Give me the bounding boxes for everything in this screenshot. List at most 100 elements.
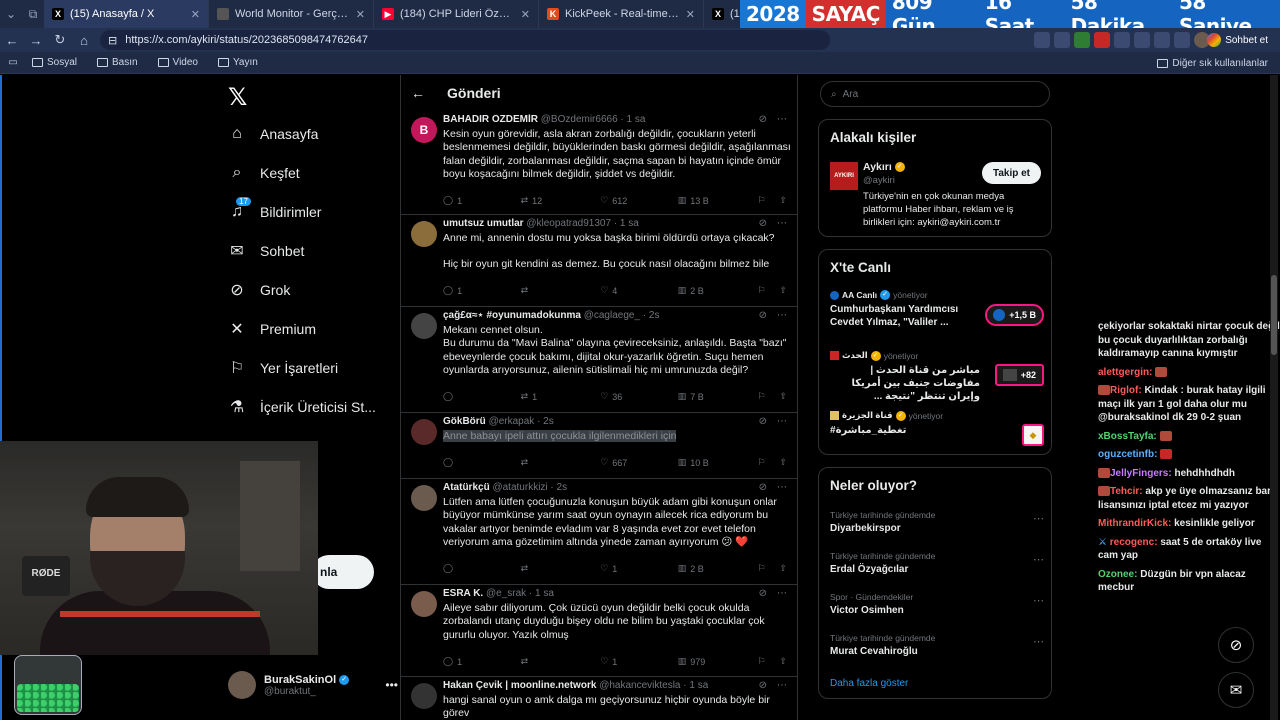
reply-button[interactable]: ◯ <box>443 391 521 402</box>
bookmark-folder[interactable]: Sosyal <box>24 57 85 68</box>
close-tab-icon[interactable]: ✕ <box>686 8 695 21</box>
more-icon[interactable]: ⋯ <box>1033 594 1044 607</box>
trend-item[interactable]: Türkiye tarihinde gündemde Erdal Özyağcı… <box>830 551 1044 575</box>
workspaces-icon[interactable]: ⧉ <box>22 0 44 28</box>
bookmark-icon[interactable]: ⚐ <box>757 285 765 296</box>
grok-post-icon[interactable]: ⊘ <box>759 482 767 493</box>
tweet-author[interactable]: Hakan Çevik | moonline.network <box>443 680 596 691</box>
more-icon[interactable]: ⋯ <box>1033 512 1044 525</box>
nav-chat[interactable]: ✉ Sohbet <box>228 236 304 266</box>
post-button[interactable]: nla <box>312 555 374 589</box>
avatar[interactable] <box>411 313 437 339</box>
more-icon[interactable]: ••• <box>385 678 398 692</box>
bookmark-icon[interactable]: ⚐ <box>757 391 765 402</box>
share-icon[interactable]: ⇧ <box>779 656 787 667</box>
like-button[interactable]: ♡ 4 <box>600 285 678 296</box>
bookmark-icon[interactable]: ⚐ <box>757 563 765 574</box>
like-button[interactable]: ♡ 667 <box>600 457 678 468</box>
related-name[interactable]: Aykırı <box>863 161 892 173</box>
grok-post-icon[interactable]: ⊘ <box>759 218 767 229</box>
refresh-icon[interactable]: ↻ <box>48 28 72 52</box>
share-icon[interactable]: ⇧ <box>779 563 787 574</box>
browser-tab[interactable]: ▶ (184) CHP Lideri Özgür Özel Partis ✕ <box>374 0 539 28</box>
follow-button[interactable]: Takip et <box>981 162 1041 184</box>
tweet[interactable]: umutsuz umutlar @kleopatrad91307 · 1 sa … <box>401 215 797 307</box>
site-info-icon[interactable]: ⊟ <box>108 34 117 47</box>
nav-notifications[interactable]: ♫ 17 Bildirimler <box>228 197 321 227</box>
scrollbar-thumb[interactable] <box>1271 275 1277 355</box>
live-badge[interactable]: +1,5 B <box>985 304 1044 326</box>
aykiri-logo[interactable]: AYKIRI <box>830 162 858 190</box>
avatar[interactable] <box>411 591 437 617</box>
live-item[interactable]: الحدث ✓ yönetiyor مباشر من قناة الحدث | مف… <box>830 350 1044 402</box>
extension-icon[interactable] <box>1094 32 1110 48</box>
extension-icon[interactable] <box>1154 32 1170 48</box>
more-icon[interactable]: ⋯ <box>777 416 787 427</box>
page-scrollbar[interactable] <box>1270 75 1278 720</box>
views-button[interactable]: ▥ 10 B <box>678 457 758 468</box>
tweet-author[interactable]: ESRA K. <box>443 588 483 599</box>
more-icon[interactable]: ⋯ <box>777 310 787 321</box>
forward-icon[interactable]: → <box>24 28 48 52</box>
other-bookmarks[interactable]: Diğer sık kullanılanlar <box>1157 52 1268 74</box>
browser-tab[interactable]: X (15) Anasayfa / X ✕ <box>44 0 209 28</box>
more-icon[interactable]: ⋯ <box>1033 553 1044 566</box>
reply-button[interactable]: ◯ 1 <box>443 285 521 296</box>
bookmark-icon[interactable]: ⚐ <box>757 656 765 667</box>
tweet[interactable]: çağ£α≈⋆ #oyunumadokunma @caglaege_ · 2s … <box>401 307 797 413</box>
bookmark-folder[interactable]: Yayın <box>210 57 266 68</box>
tweet[interactable]: Atatürkçü @ataturkkizi · 2s ⊘ ⋯ Lütfen am… <box>401 479 797 585</box>
trend-item[interactable]: Türkiye tarihinde gündemde Murat Cevahir… <box>830 633 1044 657</box>
tweet-author[interactable]: umutsuz umutlar <box>443 218 524 229</box>
tweet[interactable]: ESRA K. @e_srak · 1 sa ⊘ ⋯ Aileye sabır d… <box>401 585 797 677</box>
bookmark-icon[interactable]: ⚐ <box>757 457 765 468</box>
more-icon[interactable]: ⋯ <box>1033 635 1044 648</box>
nav-creator-studio[interactable]: ⚗ İçerik Üreticisi St... <box>228 392 376 422</box>
like-button[interactable]: ♡ 36 <box>600 391 678 402</box>
more-icon[interactable]: ⋯ <box>777 218 787 229</box>
close-tab-icon[interactable]: ✕ <box>356 8 365 21</box>
share-icon[interactable]: ⇧ <box>779 391 787 402</box>
tweet[interactable]: GökBörü @erkapak · 2s ⊘ ⋯ Anne babayı ipe… <box>401 413 797 479</box>
extension-icon[interactable] <box>1074 32 1090 48</box>
reply-button[interactable]: ◯ 1 <box>443 656 521 667</box>
grok-post-icon[interactable]: ⊘ <box>759 310 767 321</box>
views-button[interactable]: ▥ 979 <box>678 656 758 667</box>
avatar[interactable] <box>411 683 437 709</box>
reply-button[interactable]: ◯ <box>443 457 521 468</box>
back-icon[interactable]: ← <box>0 28 24 52</box>
nav-bookmarks[interactable]: ⚐ Yer İşaretleri <box>228 353 338 383</box>
url-input[interactable]: ⊟ https://x.com/aykiri/status/2023685098… <box>100 30 830 50</box>
retweet-button[interactable]: ⇄ <box>521 563 601 574</box>
share-icon[interactable]: ⇧ <box>779 457 787 468</box>
grok-post-icon[interactable]: ⊘ <box>759 416 767 427</box>
grok-post-icon[interactable]: ⊘ <box>759 588 767 599</box>
extension-icon[interactable] <box>1034 32 1050 48</box>
tweet-author[interactable]: GökBörü <box>443 416 486 427</box>
browser-tab[interactable]: World Monitor - Gerçek Zamanlı K ✕ <box>209 0 374 28</box>
messages-floating-button[interactable]: ✉ <box>1218 672 1254 708</box>
more-icon[interactable]: ⋯ <box>777 114 787 125</box>
bookmark-folder[interactable]: Basın <box>89 57 146 68</box>
views-button[interactable]: ▥ 2 B <box>678 563 758 574</box>
avatar[interactable] <box>411 221 437 247</box>
show-more-link[interactable]: Daha fazla göster <box>830 678 908 689</box>
more-icon[interactable]: ⋯ <box>777 482 787 493</box>
nav-home[interactable]: ⌂ Anasayfa <box>228 119 318 149</box>
retweet-button[interactable]: ⇄ 12 <box>521 195 601 206</box>
tweet[interactable]: B BAHADIR ÖZDEMİR @BOzdemir6666 · 1 sa ⊘… <box>401 111 797 215</box>
views-button[interactable]: ▥ 13 B <box>678 195 758 206</box>
views-button[interactable]: ▥ 7 B <box>678 391 758 402</box>
highlighted-text[interactable]: Anne babayı ipeli attırı çocukla ilgilen… <box>443 430 677 442</box>
nav-grok[interactable]: ⊘ Grok <box>228 275 290 305</box>
reply-button[interactable]: ◯ 1 <box>443 195 521 206</box>
reply-button[interactable]: ◯ <box>443 563 521 574</box>
home-browser-icon[interactable]: ⌂ <box>72 28 96 52</box>
share-icon[interactable]: ⇧ <box>779 285 787 296</box>
search-input[interactable]: ⌕ Ara <box>820 81 1050 107</box>
close-tab-icon[interactable]: ✕ <box>191 8 200 21</box>
tweet[interactable]: Hakan Çevik | moonline.network @hakancev… <box>401 677 797 720</box>
trend-item[interactable]: Türkiye tarihinde gündemde Diyarbekirspo… <box>830 510 1044 534</box>
bookmark-menu-icon[interactable]: ▭ <box>6 56 20 70</box>
more-icon[interactable]: ⋯ <box>777 588 787 599</box>
